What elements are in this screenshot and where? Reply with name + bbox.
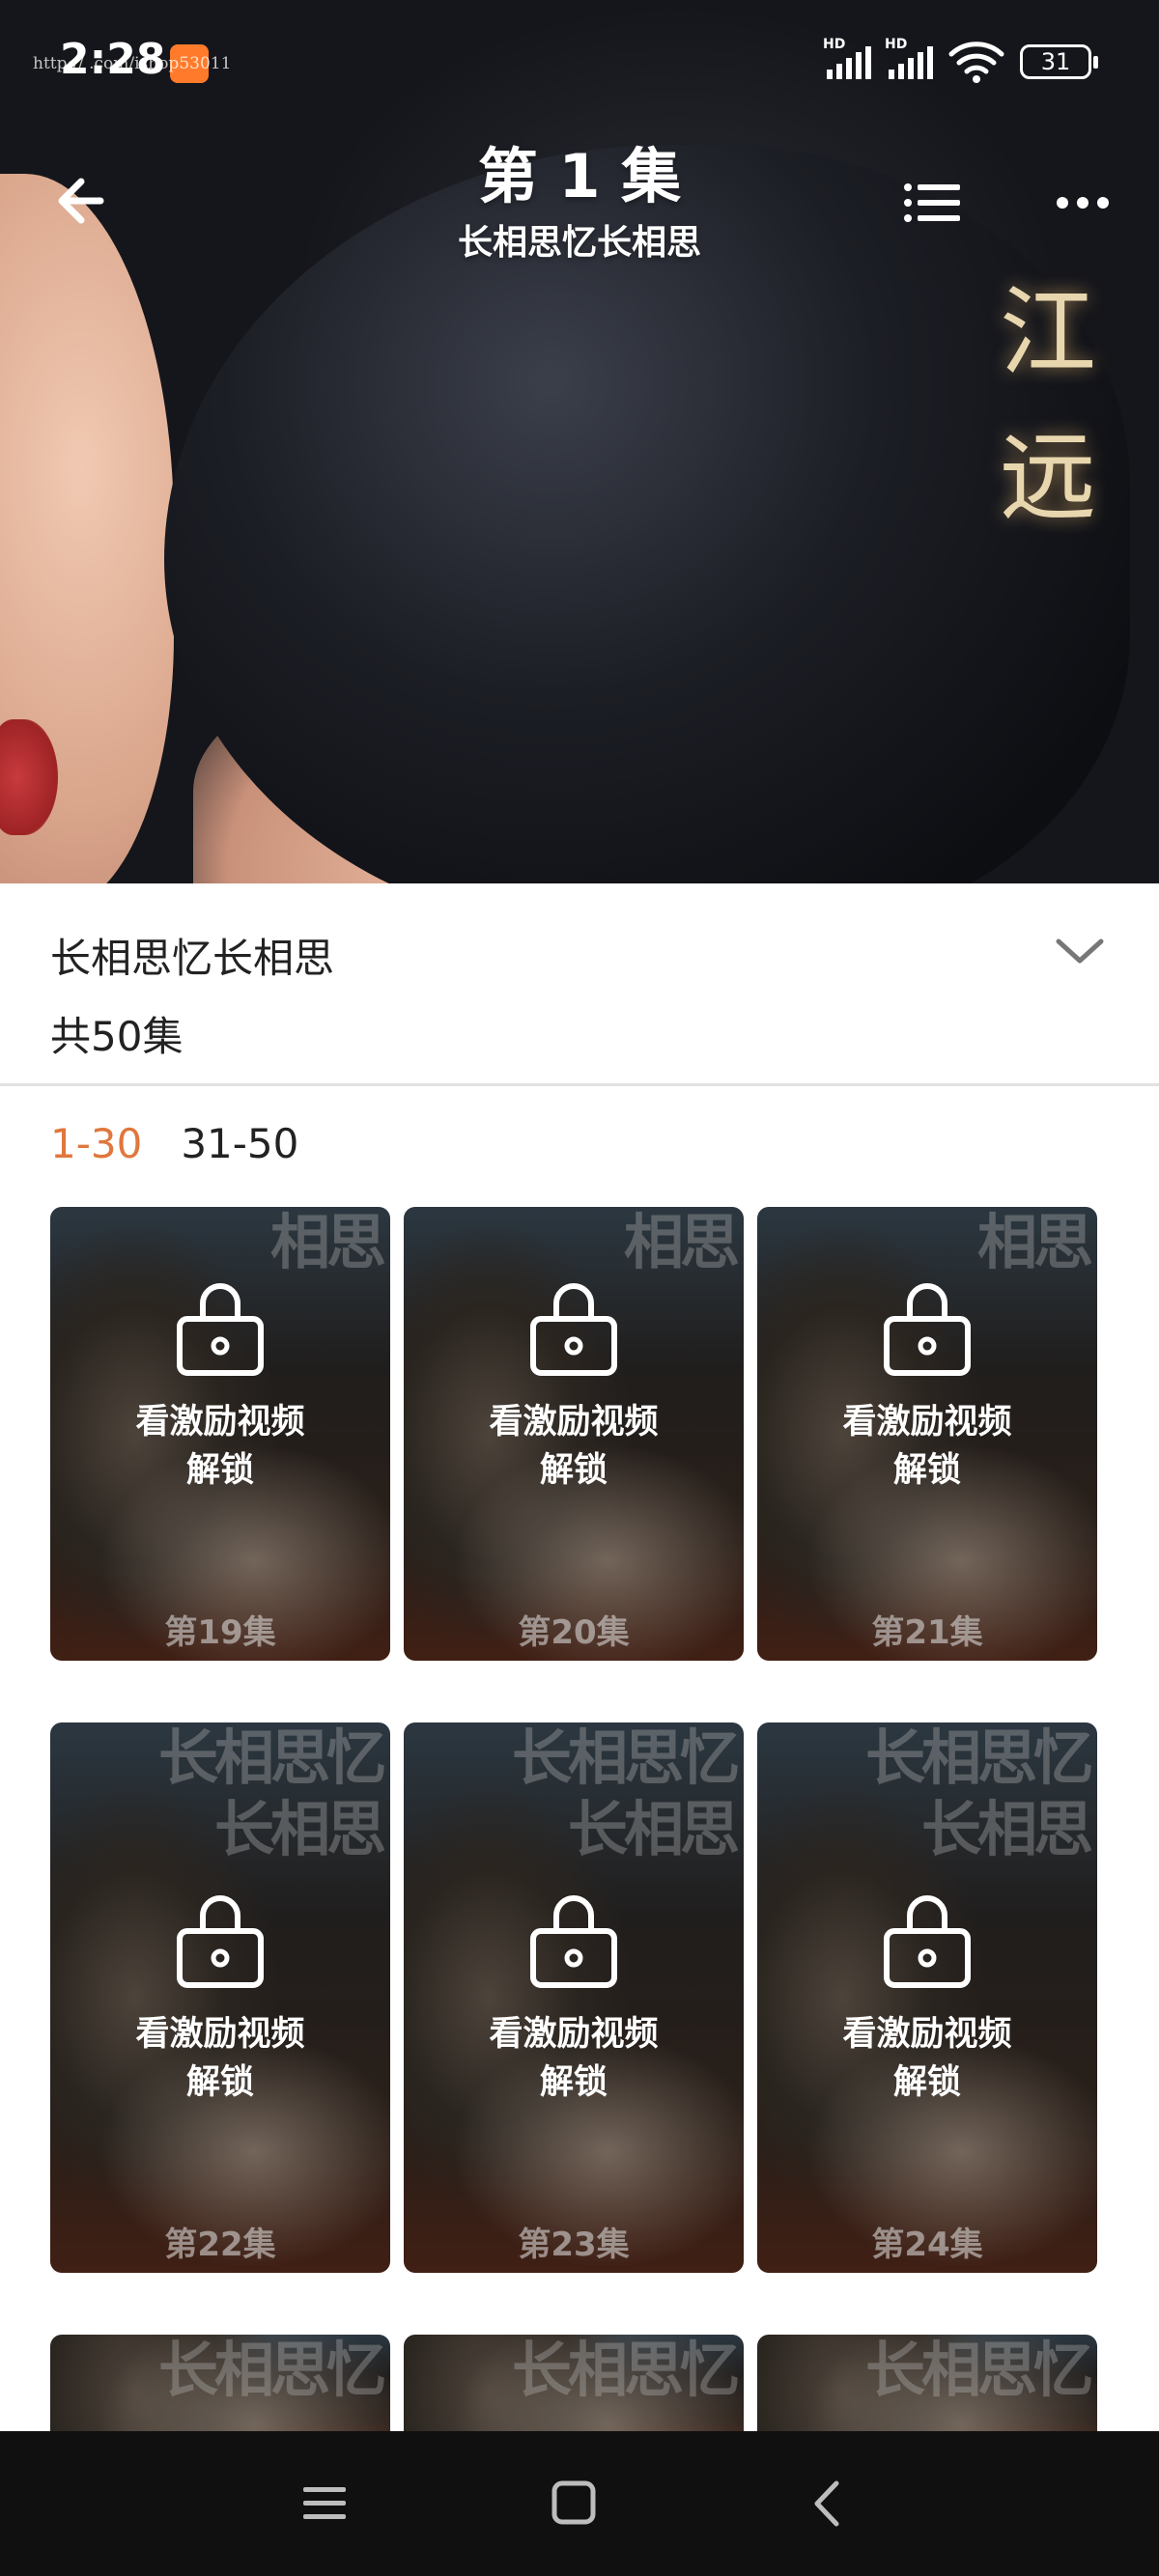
battery-icon: 31 xyxy=(1020,44,1098,79)
video-overlay-text: 江 远 xyxy=(1000,276,1096,534)
unlock-line-2: 解锁 xyxy=(892,1451,961,1490)
unlock-prompt: 看激励视频 解锁 xyxy=(50,2010,390,2107)
unlock-line-2: 解锁 xyxy=(539,1451,608,1490)
lock-icon xyxy=(884,1283,971,1376)
lock-icon xyxy=(177,1895,264,1988)
unlock-prompt: 看激励视频 解锁 xyxy=(757,2010,1097,2107)
watermark: http:// .com/ishop53011 xyxy=(33,54,232,73)
unlock-line-1: 看激励视频 xyxy=(489,2015,659,2054)
episode-list-icon[interactable] xyxy=(898,174,966,232)
show-info-panel: 长相思忆长相思 共50集 xyxy=(0,883,1159,1084)
header-show-title: 长相思忆长相思 xyxy=(457,223,701,263)
home-icon[interactable] xyxy=(547,2479,601,2528)
divider xyxy=(0,1083,1159,1086)
episode-card[interactable]: 相思 看激励视频 解锁 第21集 xyxy=(757,1207,1097,1661)
episode-card[interactable]: 相思 看激励视频 解锁 第19集 xyxy=(50,1207,390,1661)
system-nav-bar xyxy=(0,2431,1159,2576)
lock-icon xyxy=(884,1895,971,1988)
chevron-down-icon[interactable] xyxy=(1053,932,1107,970)
unlock-prompt: 看激励视频 解锁 xyxy=(404,1398,744,1495)
episode-card[interactable]: 长相思忆 长相思 看激励视频 解锁 第24集 xyxy=(757,1722,1097,2273)
card-shade xyxy=(404,2335,744,2431)
card-shade xyxy=(757,2335,1097,2431)
battery-level: 31 xyxy=(1040,48,1071,75)
card-shade xyxy=(50,1722,390,2273)
nav-back-icon[interactable] xyxy=(802,2479,856,2528)
lock-icon xyxy=(177,1283,264,1376)
episode-grid: 相思 看激励视频 解锁 第19集 相思 看激励视频 解锁 第20集 相思 看激励视频 解锁 第21集长… xyxy=(50,1207,1113,2431)
episode-card[interactable]: 长相思忆 长相思 看激励视频 解锁 第23集 xyxy=(404,1722,744,2273)
signal-icon-2: HD xyxy=(885,37,933,79)
episode-card[interactable]: 相思 看激励视频 解锁 第20集 xyxy=(404,1207,744,1661)
episode-card[interactable]: 长相思忆 xyxy=(757,2335,1097,2431)
unlock-prompt: 看激励视频 解锁 xyxy=(757,1398,1097,1495)
unlock-line-1: 看激励视频 xyxy=(489,1403,659,1442)
unlock-line-2: 解锁 xyxy=(892,2063,961,2102)
card-shade xyxy=(404,1722,744,2273)
episode-range-tabs: 1-30 31-50 xyxy=(50,1120,298,1178)
signal-icon: HD xyxy=(823,37,871,79)
episode-card[interactable]: 长相思忆 xyxy=(50,2335,390,2431)
unlock-line-2: 解锁 xyxy=(185,1451,254,1490)
episode-number-label: 第20集 xyxy=(518,1613,630,1652)
unlock-line-1: 看激励视频 xyxy=(135,2015,305,2054)
episode-number-label: 第19集 xyxy=(164,1613,276,1652)
episode-title: 第 1 集 xyxy=(477,141,682,211)
tab-range-1-30[interactable]: 1-30 xyxy=(50,1120,142,1178)
episode-number-label: 第23集 xyxy=(518,2226,630,2264)
tab-range-31-50[interactable]: 31-50 xyxy=(181,1120,298,1178)
unlock-line-2: 解锁 xyxy=(185,2063,254,2102)
episode-card[interactable]: 长相思忆 长相思 看激励视频 解锁 第22集 xyxy=(50,1722,390,2273)
status-bar: 2:28 http:// .com/ishop53011 HD HD 31 xyxy=(0,0,1159,126)
wifi-icon xyxy=(948,42,1004,83)
episode-card[interactable]: 长相思忆 xyxy=(404,2335,744,2431)
unlock-prompt: 看激励视频 解锁 xyxy=(404,2010,744,2107)
episode-count: 共50集 xyxy=(50,1013,184,1060)
show-title: 长相思忆长相思 xyxy=(50,935,335,982)
card-shade xyxy=(757,1722,1097,2273)
video-player[interactable]: 江 远 xyxy=(0,0,1159,883)
card-shade xyxy=(50,2335,390,2431)
unlock-line-1: 看激励视频 xyxy=(135,1403,305,1442)
status-indicators: HD HD 31 xyxy=(823,37,1098,85)
player-top-bar: 第 1 集 长相思忆长相思 xyxy=(0,135,1159,263)
lock-icon xyxy=(530,1283,617,1376)
unlock-line-2: 解锁 xyxy=(539,2063,608,2102)
unlock-line-1: 看激励视频 xyxy=(842,2015,1012,2054)
menu-icon[interactable] xyxy=(297,2479,352,2528)
unlock-line-1: 看激励视频 xyxy=(842,1403,1012,1442)
episode-number-label: 第22集 xyxy=(164,2226,276,2264)
episode-number-label: 第24集 xyxy=(871,2226,983,2264)
signal-hd-label: HD xyxy=(823,37,846,52)
episode-number-label: 第21集 xyxy=(871,1613,983,1652)
more-options-icon[interactable] xyxy=(1049,174,1117,232)
unlock-prompt: 看激励视频 解锁 xyxy=(50,1398,390,1495)
signal-hd-label-2: HD xyxy=(885,37,908,52)
lock-icon xyxy=(530,1895,617,1988)
